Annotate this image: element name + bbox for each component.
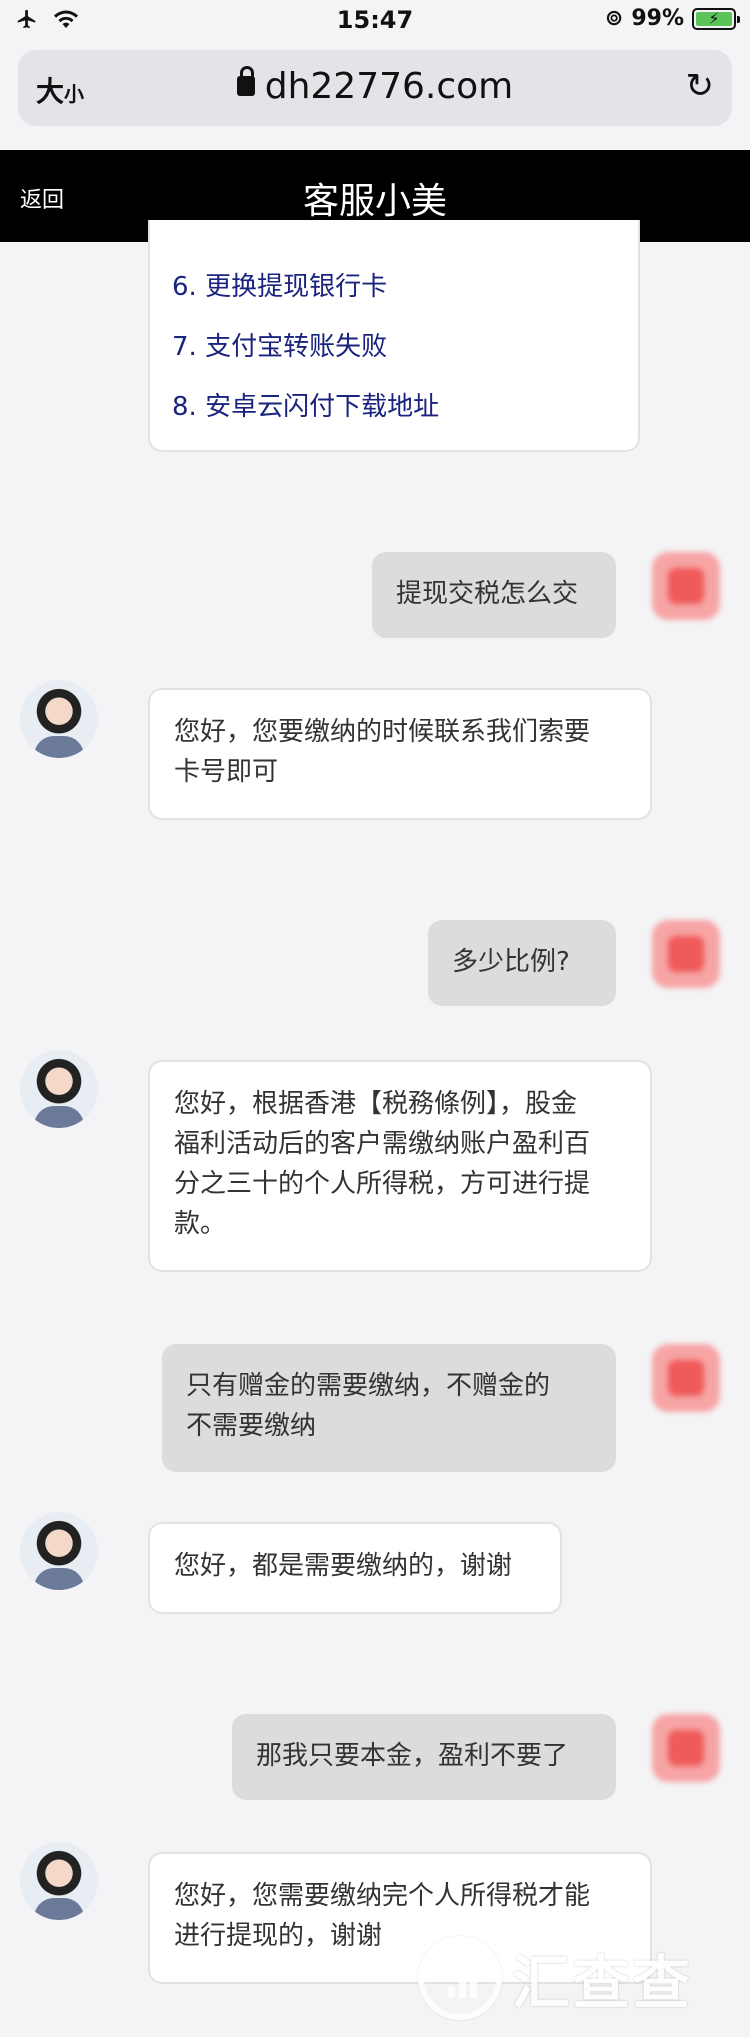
faq-item-alipay-failed[interactable]: 7. 支付宝转账失败 — [172, 326, 387, 363]
faq-item-change-card[interactable]: 6. 更换提现银行卡 — [172, 266, 387, 303]
message-line: 您好，根据香港【税務條例】，股金 — [174, 1089, 578, 1119]
url-field[interactable]: dh22776.com — [18, 66, 732, 107]
watermark-logo-icon — [418, 1936, 502, 2020]
user-message: 只有赠金的需要缴纳，不赠金的 不需要缴纳 — [162, 1344, 616, 1472]
agent-avatar — [20, 680, 98, 758]
user-message: 多少比例? — [428, 920, 616, 1006]
user-avatar — [652, 920, 720, 988]
watermark: 汇查查 — [418, 1936, 692, 2020]
agent-message: 您好，都是需要缴纳的，谢谢 — [148, 1522, 562, 1614]
message-text: 您好，都是需要缴纳的，谢谢 — [174, 1551, 513, 1581]
message-line: 您好，您要缴纳的时候联系我们索要 — [174, 717, 591, 747]
faq-menu-card: 6. 更换提现银行卡 7. 支付宝转账失败 8. 安卓云闪付下载地址 — [148, 220, 640, 452]
message-text: 多少比例? — [452, 947, 570, 977]
status-bar: 15:47 ⊚ 99% ⚡ — [0, 0, 750, 44]
page-title: 客服小美 — [302, 181, 447, 222]
message-text: 那我只要本金，盈利不要了 — [256, 1741, 569, 1771]
status-right: ⊚ 99% ⚡ — [604, 6, 740, 31]
orientation-lock-icon: ⊚ — [604, 6, 624, 31]
user-avatar — [652, 1344, 720, 1412]
battery-icon: ⚡ — [692, 7, 740, 30]
user-message: 那我只要本金，盈利不要了 — [232, 1714, 616, 1800]
message-line: 款。 — [174, 1209, 227, 1239]
message-line: 不需要缴纳 — [186, 1411, 317, 1441]
reload-icon[interactable]: ↻ — [686, 66, 715, 106]
url-bar[interactable]: 大小 dh22776.com ↻ — [18, 50, 732, 126]
user-avatar — [652, 552, 720, 620]
message-line: 您好，您需要缴纳完个人所得税才能 — [174, 1881, 591, 1911]
url-text: dh22776.com — [264, 66, 514, 107]
agent-avatar — [20, 1050, 98, 1128]
agent-avatar — [20, 1512, 98, 1590]
agent-message: 您好，根据香港【税務條例】，股金 福利活动后的客户需缴纳账户盈利百 分之三十的个… — [148, 1060, 652, 1272]
user-message: 提现交税怎么交 — [372, 552, 616, 638]
message-text: 提现交税怎么交 — [396, 579, 579, 609]
message-line: 只有赠金的需要缴纳，不赠金的 — [186, 1371, 551, 1401]
message-line: 福利活动后的客户需缴纳账户盈利百 — [174, 1129, 591, 1159]
battery-percent: 99% — [631, 6, 684, 31]
agent-avatar — [20, 1842, 98, 1920]
user-avatar — [652, 1714, 720, 1782]
agent-message: 您好，您要缴纳的时候联系我们索要 卡号即可 — [148, 688, 652, 820]
watermark-text: 汇查查 — [512, 1949, 693, 2017]
faq-item-android-download[interactable]: 8. 安卓云闪付下载地址 — [172, 386, 439, 423]
message-line: 卡号即可 — [174, 757, 279, 787]
lock-icon — [236, 66, 255, 96]
message-line: 分之三十的个人所得税，方可进行提 — [174, 1169, 591, 1199]
